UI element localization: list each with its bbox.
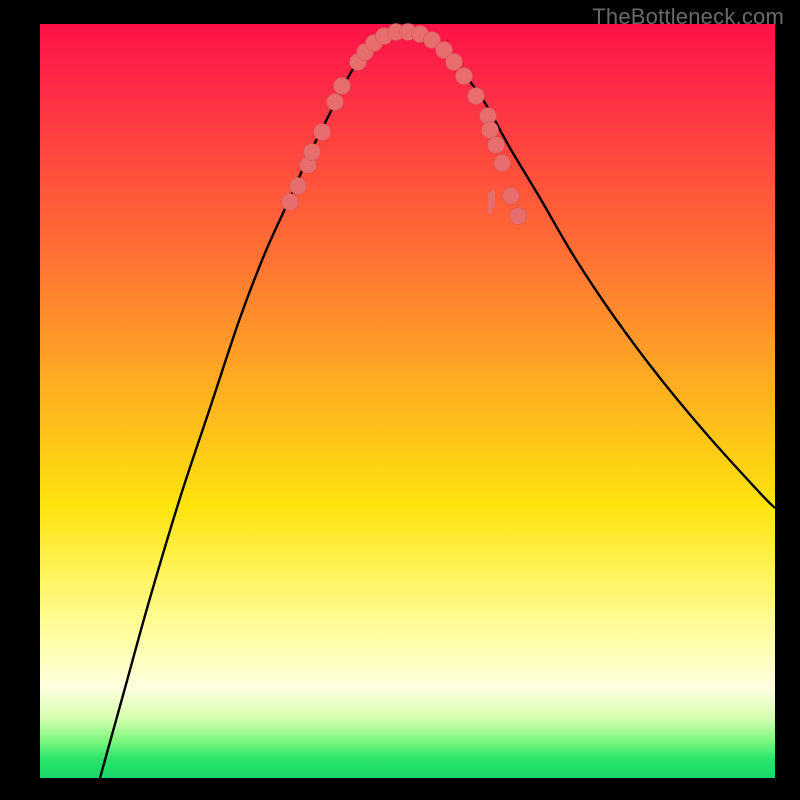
marker-dot xyxy=(510,208,527,225)
curve-line xyxy=(100,26,775,778)
flash-ticks xyxy=(490,192,493,212)
plot-area xyxy=(40,24,775,778)
marker-dot xyxy=(314,124,331,141)
bottleneck-curve xyxy=(100,26,775,778)
marker-dot xyxy=(456,68,473,85)
marker-dot xyxy=(482,122,499,139)
marker-dot xyxy=(468,88,485,105)
chart-frame: TheBottleneck.com xyxy=(0,0,800,800)
watermark-text: TheBottleneck.com xyxy=(592,4,784,30)
curve-layer xyxy=(40,24,775,778)
marker-dot xyxy=(304,144,321,161)
marker-dot xyxy=(290,178,307,195)
marker-dot xyxy=(446,54,463,71)
marker-dot xyxy=(494,155,511,172)
marker-dot xyxy=(503,188,520,205)
marker-dot xyxy=(488,137,505,154)
marker-dot xyxy=(282,194,299,211)
marker-dot xyxy=(327,94,344,111)
marker-dot xyxy=(334,78,351,95)
